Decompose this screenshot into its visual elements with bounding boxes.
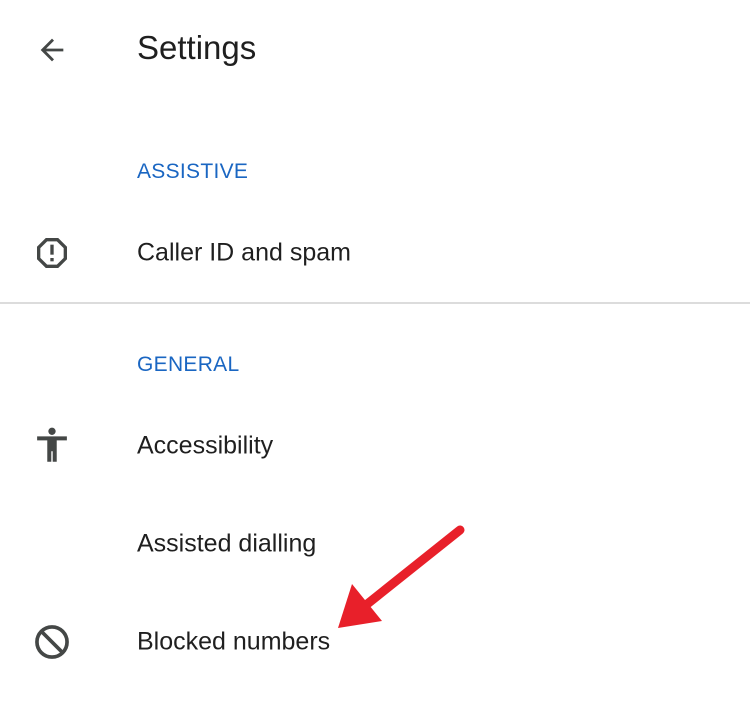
settings-item-label: Blocked numbers bbox=[137, 627, 331, 656]
settings-item-accessibility[interactable]: Accessibility bbox=[0, 408, 750, 484]
section-divider bbox=[0, 302, 750, 304]
back-button[interactable] bbox=[26, 24, 78, 76]
arrow-back-icon bbox=[40, 38, 64, 62]
app-bar: Settings bbox=[0, 0, 750, 100]
settings-item-label: Accessibility bbox=[137, 431, 274, 460]
settings-item-caller-id-and-spam[interactable]: Caller ID and spam bbox=[0, 215, 750, 291]
settings-item-label: Assisted dialling bbox=[137, 529, 317, 558]
page-title: Settings bbox=[137, 29, 257, 66]
report-octagon-icon bbox=[31, 232, 73, 274]
block-icon bbox=[31, 621, 73, 663]
section-header-general: GENERAL bbox=[137, 353, 240, 376]
red-arrow-annotation-icon bbox=[338, 525, 465, 628]
accessibility-icon bbox=[31, 425, 73, 467]
section-header-assistive: ASSISTIVE bbox=[137, 160, 249, 183]
settings-item-label: Caller ID and spam bbox=[137, 238, 351, 267]
